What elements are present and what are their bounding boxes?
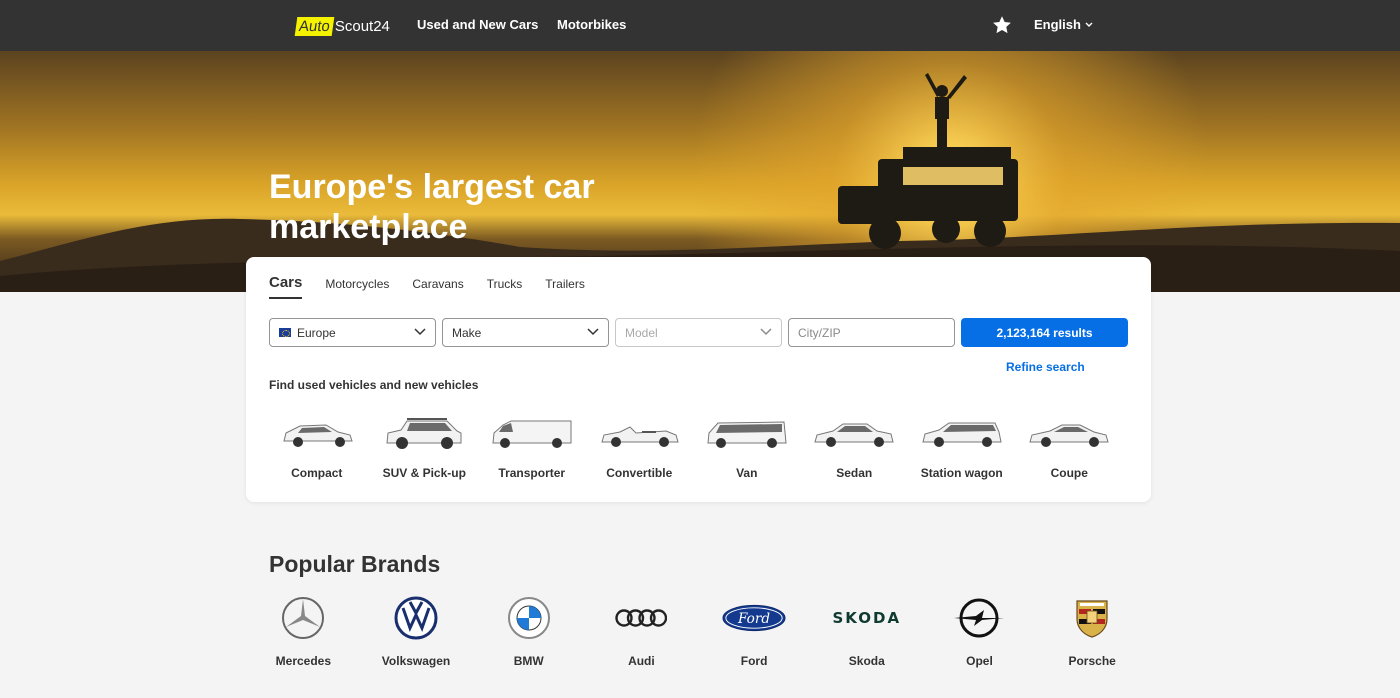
brand-skoda[interactable]: SKODA Skoda xyxy=(810,595,923,668)
brand-ford[interactable]: Ford Ford xyxy=(698,595,811,668)
transporter-icon xyxy=(492,420,572,448)
compact-car-icon xyxy=(283,424,353,447)
body-type-label: Coupe xyxy=(1050,466,1088,480)
tab-motorcycles[interactable]: Motorcycles xyxy=(325,277,389,299)
brand-label: Porsche xyxy=(1068,654,1116,668)
autoscout24-logo[interactable]: Auto Scout24 xyxy=(294,15,390,37)
brand-label: Opel xyxy=(966,654,993,668)
brand-label: Ford xyxy=(740,654,768,668)
brand-audi[interactable]: Audi xyxy=(585,595,698,668)
city-zip-input[interactable]: City/ZIP xyxy=(788,318,955,347)
body-type-label: Station wagon xyxy=(920,466,1003,480)
opel-logo xyxy=(954,598,1005,638)
station-wagon-icon xyxy=(922,422,1002,447)
brand-label: Mercedes xyxy=(275,654,332,668)
body-type-suv[interactable]: SUV & Pick-up xyxy=(371,413,479,480)
chevron-down-icon xyxy=(760,328,772,336)
body-type-transporter[interactable]: Transporter xyxy=(478,413,586,480)
favorites-star-icon[interactable] xyxy=(991,14,1013,36)
body-type-station-wagon[interactable]: Station wagon xyxy=(908,413,1016,480)
tab-caravans[interactable]: Caravans xyxy=(412,277,463,299)
model-select[interactable]: Model xyxy=(615,318,782,347)
country-value: Europe xyxy=(297,325,336,340)
body-type-label: Convertible xyxy=(606,466,673,480)
convertible-icon xyxy=(601,426,679,447)
coupe-icon xyxy=(1029,424,1109,447)
brand-opel[interactable]: Opel xyxy=(923,595,1036,668)
city-zip-placeholder: City/ZIP xyxy=(798,325,841,340)
skoda-logo: SKODA xyxy=(832,609,902,627)
brand-label: Audi xyxy=(628,654,655,668)
nav-used-and-new-cars[interactable]: Used and New Cars xyxy=(417,17,538,32)
body-type-label: Sedan xyxy=(836,466,873,480)
brand-label: BMW xyxy=(513,654,544,668)
bmw-logo xyxy=(507,597,550,639)
body-type-van[interactable]: Van xyxy=(693,413,801,480)
search-card: Cars Motorcycles Caravans Trucks Trailer… xyxy=(246,257,1151,502)
brand-label: Skoda xyxy=(848,654,885,668)
tab-trucks[interactable]: Trucks xyxy=(487,277,523,299)
ford-logo: Ford xyxy=(722,604,786,632)
make-value: Make xyxy=(452,325,482,340)
sedan-icon xyxy=(814,423,894,447)
vehicle-tabs: Cars Motorcycles Caravans Trucks Trailer… xyxy=(269,274,608,299)
results-button[interactable]: 2,123,164 results xyxy=(961,318,1128,347)
nav-motorbikes[interactable]: Motorbikes xyxy=(557,17,626,32)
svg-text:Ford: Ford xyxy=(737,611,770,627)
body-type-label: Compact xyxy=(291,466,343,480)
chevron-down-icon xyxy=(587,328,599,336)
logo-auto-text: Auto xyxy=(294,16,335,36)
chevron-down-icon xyxy=(1085,22,1093,27)
language-label: English xyxy=(1034,17,1081,32)
brand-list: Mercedes Volkswagen BMW Audi Ford Ford S… xyxy=(247,595,1149,668)
brand-porsche[interactable]: Porsche xyxy=(1036,595,1149,668)
tab-trailers[interactable]: Trailers xyxy=(545,277,585,299)
make-select[interactable]: Make xyxy=(442,318,609,347)
audi-logo xyxy=(615,609,668,627)
body-type-coupe[interactable]: Coupe xyxy=(1016,413,1124,480)
body-type-convertible[interactable]: Convertible xyxy=(586,413,694,480)
top-navigation: Auto Scout24 Used and New Cars Motorbike… xyxy=(0,0,1400,51)
model-value: Model xyxy=(625,325,658,340)
volkswagen-logo xyxy=(394,596,438,640)
popular-brands-heading: Popular Brands xyxy=(269,551,441,577)
brand-mercedes[interactable]: Mercedes xyxy=(247,595,360,668)
brand-bmw[interactable]: BMW xyxy=(472,595,585,668)
tab-cars[interactable]: Cars xyxy=(269,274,303,299)
body-type-label: Transporter xyxy=(498,466,566,480)
brand-label: Volkswagen xyxy=(381,654,451,668)
porsche-logo xyxy=(1076,600,1108,638)
body-type-sedan[interactable]: Sedan xyxy=(801,413,909,480)
hero-banner: Europe's largest car marketplace xyxy=(0,51,1400,292)
chevron-down-icon xyxy=(414,328,426,336)
language-selector[interactable]: English xyxy=(1034,17,1093,32)
van-icon xyxy=(707,421,787,448)
brand-volkswagen[interactable]: Volkswagen xyxy=(360,595,473,668)
refine-search-link[interactable]: Refine search xyxy=(1006,360,1085,374)
logo-scout-text: Scout24 xyxy=(334,17,390,35)
body-type-label: SUV & Pick-up xyxy=(382,466,466,480)
hero-title: Europe's largest car marketplace xyxy=(269,168,595,246)
country-select[interactable]: Europe xyxy=(269,318,436,347)
body-type-list: Compact SUV & Pick-up Transporter Conver… xyxy=(263,413,1123,480)
hero-sunset-image xyxy=(0,51,1400,292)
mercedes-logo xyxy=(282,597,325,639)
find-vehicles-heading: Find used vehicles and new vehicles xyxy=(269,378,479,392)
body-type-label: Van xyxy=(736,466,758,480)
eu-flag-icon xyxy=(279,328,291,337)
suv-icon xyxy=(386,418,462,449)
body-type-compact[interactable]: Compact xyxy=(263,413,371,480)
